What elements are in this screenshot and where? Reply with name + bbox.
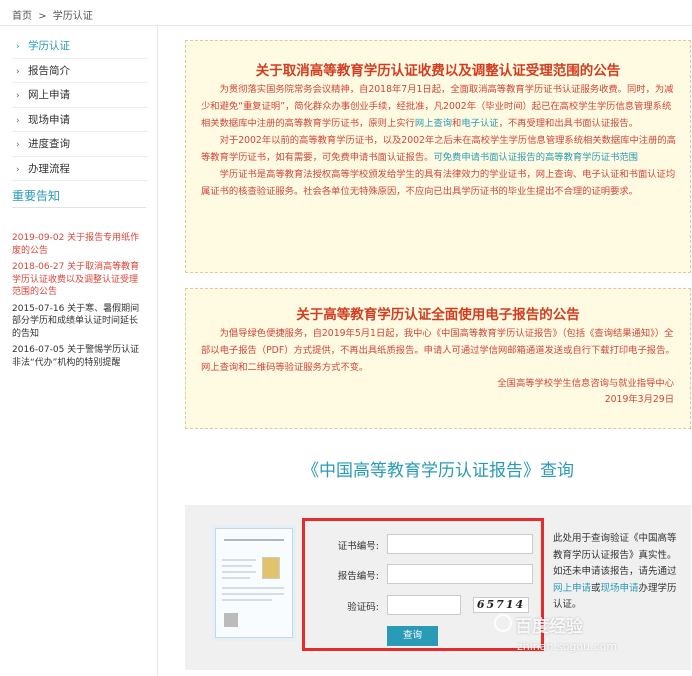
query-submit-button[interactable]: 查询 [387,626,438,646]
portrait-photo-icon [262,557,280,579]
info-text: 此处用于查询验证《中国高等教育学历认证报告》真实性。如还未申请该报告，请先通过 [553,533,677,577]
sidebar-item-report-intro[interactable]: › 报告简介 [12,59,148,83]
sidebar-item-label: 网上申请 [28,89,70,101]
announcement-body: 为贯彻落实国务院常务会议精神，自2018年7月1日起，全面取消高等教育学历证书认… [186,81,690,200]
announcement-e-report: 关于高等教育学历认证全面使用电子报告的公告 为倡导绿色便捷服务，自2019年5月… [185,288,691,429]
breadcrumb: 首页 > 学历认证 [12,7,96,22]
notice-item[interactable]: 2016-07-05 关于警惕学历认证非法“代办”机构的特别提醒 [12,344,146,369]
info-text: 或 [591,582,601,594]
cert-number-row: 证书编号: [305,534,541,554]
report-text-line [222,599,272,601]
free-report-scope-link[interactable]: 可免费申请书面认证报告的高等教育学历证书范围 [433,152,638,163]
announcement-body: 为倡导绿色便捷服务，自2019年5月1日起，我中心《中国高等教育学历认证报告》（… [186,325,690,376]
signature-org: 全国高等学校学生信息咨询与就业指导中心 [497,378,674,389]
report-title-bar [224,539,284,541]
paragraph-text: ，不再受理和出具书面认证报告。 [498,118,639,129]
sidebar-item-online-apply[interactable]: › 网上申请 [12,83,148,108]
online-apply-link[interactable]: 网上申请 [553,583,591,594]
sidebar-item-process[interactable]: › 办理流程 [12,157,148,181]
notice-item[interactable]: 2018-06-27 关于取消高等教育学历认证收费以及调整认证受理范围的公告 [12,261,146,299]
notices-divider [12,207,146,208]
query-form-highlight: 证书编号: 报告编号: 验证码: 65714 查询 [302,518,544,651]
sidebar-item-label: 报告简介 [28,64,70,77]
query-info-text: 此处用于查询验证《中国高等教育学历认证报告》真实性。如还未申请该报告，请先通过网… [553,531,678,614]
watermark-text: 百度经验 [515,617,583,637]
sidebar-item-degree-auth[interactable]: › 学历认证 [12,34,148,59]
onsite-apply-link[interactable]: 现场申请 [601,583,639,594]
breadcrumb-separator: > [38,11,47,22]
notice-item[interactable]: 2019-09-02 关于报告专用纸作废的公告 [12,232,146,257]
report-number-input[interactable] [387,564,533,584]
query-title: 《中国高等教育学历认证报告》查询 [302,461,574,481]
notices-heading: 重要告知 [12,189,61,203]
sidebar-item-progress-query[interactable]: › 进度查询 [12,132,148,157]
chevron-right-icon: › [16,140,20,150]
report-text-line [222,577,250,579]
report-text-line [222,559,256,561]
report-number-label: 报告编号: [337,571,379,582]
sidebar-item-label: 现场申请 [28,113,70,126]
announcement-paragraph: 为倡导绿色便捷服务，自2019年5月1日起，我中心《中国高等教育学历认证报告》（… [201,328,675,373]
qr-code-icon [224,613,238,627]
announcement-fee-cancellation: 关于取消高等教育学历认证收费以及调整认证受理范围的公告 为贯彻落实国务院常务会议… [185,40,691,273]
cert-number-input[interactable] [387,534,533,554]
announcement-paragraph: 对于2002年以前的高等教育学历证书，以及2002年之后未在高校学生学历信息管理… [201,132,676,166]
announcement-title: 关于高等教育学历认证全面使用电子报告的公告 [296,307,580,323]
chevron-right-icon: › [16,42,20,52]
announcement-title: 关于取消高等教育学历认证收费以及调整认证受理范围的公告 [255,63,621,79]
paragraph-text: 和 [452,118,462,129]
sidebar-item-label: 进度查询 [28,138,70,150]
e-auth-link[interactable]: 电子认证 [461,118,498,129]
chevron-right-icon: › [16,66,20,77]
captcha-row: 验证码: 65714 [305,595,541,615]
sidebar-item-onsite-apply[interactable]: › 现场申请 [12,108,148,132]
notices-list: 2019-09-02 关于报告专用纸作废的公告 2018-06-27 关于取消高… [12,232,146,373]
sample-report-image [215,528,293,638]
captcha-image[interactable]: 65714 [473,597,529,613]
watermark-logo-icon [494,614,512,632]
captcha-label: 验证码: [347,602,379,613]
report-number-row: 报告编号: [305,564,541,584]
report-text-line [222,565,252,567]
captcha-input[interactable] [387,595,461,615]
sidebar-item-label: 学历认证 [28,40,70,52]
announcement-signature: 全国高等学校学生信息咨询与就业指导中心 2019年3月29日 [186,376,690,408]
breadcrumb-current: 学历认证 [52,11,93,22]
notice-item[interactable]: 2015-07-16 关于寒、暑假期间部分学历和成绩单认证时间延长的告知 [12,303,146,341]
report-text-line [222,587,284,589]
watermark-url: zhinan.sogou.com [517,640,618,653]
chevron-right-icon: › [16,115,20,126]
chevron-right-icon: › [16,91,20,101]
announcement-paragraph: 学历证书是高等教育法授权高等学校颁发给学生的具有法律效力的学业证书，网上查询、电… [201,169,676,197]
chevron-right-icon: › [16,164,20,175]
breadcrumb-home-link[interactable]: 首页 [12,11,32,22]
signature-date: 2019年3月29日 [604,394,674,405]
sidebar-nav: › 学历认证 › 报告简介 › 网上申请 › 现场申请 › 进度查询 › 办理流程 [12,34,148,181]
online-query-link[interactable]: 网上查询 [415,118,452,129]
report-text-line [222,571,256,573]
report-text-line [222,593,284,595]
sidebar-item-label: 办理流程 [28,162,70,175]
announcement-paragraph: 为贯彻落实国务院常务会议精神，自2018年7月1日起，全面取消高等教育学历证书认… [201,81,676,132]
cert-number-label: 证书编号: [337,541,379,552]
